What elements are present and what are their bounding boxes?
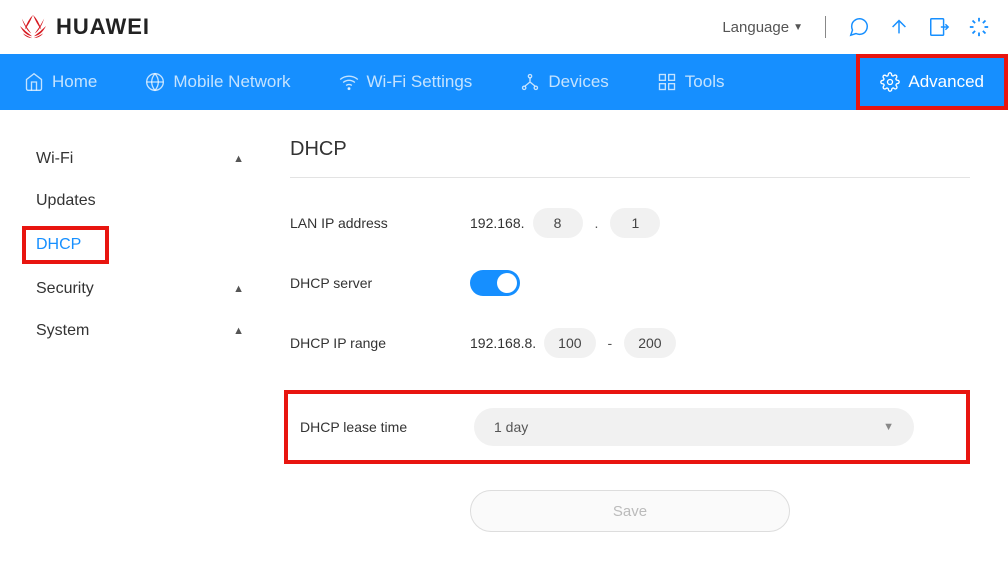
sidebar-item-label: System xyxy=(36,322,89,340)
language-label: Language xyxy=(722,19,789,36)
sidebar-item-wifi[interactable]: Wi-Fi ▲ xyxy=(0,138,280,180)
huawei-logo-icon xyxy=(18,13,48,42)
lease-time-label: DHCP lease time xyxy=(294,419,474,435)
dhcp-server-label: DHCP server xyxy=(290,275,470,291)
toggle-knob xyxy=(497,273,517,293)
content: DHCP LAN IP address 192.168. 8 . 1 DHCP … xyxy=(280,110,1008,562)
chevron-up-icon: ▲ xyxy=(233,325,244,337)
language-selector[interactable]: Language ▼ xyxy=(722,19,803,36)
nav-devices-label: Devices xyxy=(548,72,608,92)
nav-wifi-settings[interactable]: Wi-Fi Settings xyxy=(315,54,497,110)
dhcp-range-start-input[interactable]: 100 xyxy=(544,328,595,358)
nav-mobile-network[interactable]: Mobile Network xyxy=(121,54,314,110)
globe-icon xyxy=(145,72,165,92)
brand-name: HUAWEI xyxy=(56,14,150,40)
dhcp-range-prefix: 192.168.8. xyxy=(470,335,536,351)
sidebar-item-dhcp[interactable]: DHCP xyxy=(22,226,109,264)
nav-mobile-network-label: Mobile Network xyxy=(173,72,290,92)
nav-advanced[interactable]: Advanced xyxy=(856,54,1008,110)
sidebar-item-updates[interactable]: Updates xyxy=(0,180,280,222)
main-area: Wi-Fi ▲ Updates DHCP Security ▲ System ▲… xyxy=(0,110,1008,562)
header: HUAWEI Language ▼ xyxy=(0,0,1008,54)
dhcp-server-toggle[interactable] xyxy=(470,270,520,296)
sidebar-item-system[interactable]: System ▲ xyxy=(0,310,280,352)
nav-advanced-label: Advanced xyxy=(908,72,984,92)
lease-time-value: 1 day xyxy=(494,419,528,435)
row-lease-time-highlight: DHCP lease time 1 day ▼ xyxy=(284,390,970,464)
dot: . xyxy=(591,215,603,231)
nav-tools[interactable]: Tools xyxy=(633,54,749,110)
sidebar: Wi-Fi ▲ Updates DHCP Security ▲ System ▲ xyxy=(0,110,280,562)
lan-ip-octet4-input[interactable]: 1 xyxy=(610,208,660,238)
nav-devices[interactable]: Devices xyxy=(496,54,632,110)
lan-ip-octet3-input[interactable]: 8 xyxy=(533,208,583,238)
wifi-icon xyxy=(339,72,359,92)
sidebar-item-security[interactable]: Security ▲ xyxy=(0,268,280,310)
brand-logo: HUAWEI xyxy=(18,13,150,42)
page-title: DHCP xyxy=(290,138,970,178)
nav-tools-label: Tools xyxy=(685,72,725,92)
lan-ip-prefix: 192.168. xyxy=(470,215,525,231)
sidebar-item-label: Updates xyxy=(36,192,96,210)
divider xyxy=(825,16,826,38)
row-dhcp-range: DHCP IP range 192.168.8. 100 - 200 xyxy=(290,328,970,358)
row-lan-ip: LAN IP address 192.168. 8 . 1 xyxy=(290,208,970,238)
sidebar-item-label: Security xyxy=(36,280,94,298)
sidebar-item-label: Wi-Fi xyxy=(36,150,73,168)
loading-icon xyxy=(968,16,990,38)
top-navigation: Home Mobile Network Wi-Fi Settings Devic… xyxy=(0,54,1008,110)
home-icon xyxy=(24,72,44,92)
lan-ip-label: LAN IP address xyxy=(290,215,470,231)
nav-home-label: Home xyxy=(52,72,97,92)
devices-icon xyxy=(520,72,540,92)
header-actions: Language ▼ xyxy=(722,16,990,38)
dhcp-range-end-input[interactable]: 200 xyxy=(624,328,675,358)
caret-down-icon: ▼ xyxy=(793,22,803,33)
chevron-up-icon: ▲ xyxy=(233,153,244,165)
nav-home[interactable]: Home xyxy=(0,54,121,110)
save-button[interactable]: Save xyxy=(470,490,790,532)
dhcp-range-label: DHCP IP range xyxy=(290,335,470,351)
gear-icon xyxy=(880,72,900,92)
chevron-down-icon: ▼ xyxy=(883,421,894,433)
chat-icon[interactable] xyxy=(848,16,870,38)
logout-icon[interactable] xyxy=(928,16,950,38)
sidebar-item-label: DHCP xyxy=(36,236,81,253)
chevron-up-icon: ▲ xyxy=(233,283,244,295)
tools-icon xyxy=(657,72,677,92)
lease-time-select[interactable]: 1 day ▼ xyxy=(474,408,914,446)
nav-wifi-settings-label: Wi-Fi Settings xyxy=(367,72,473,92)
row-dhcp-server: DHCP server xyxy=(290,270,970,296)
upload-icon[interactable] xyxy=(888,16,910,38)
dash: - xyxy=(604,335,617,351)
